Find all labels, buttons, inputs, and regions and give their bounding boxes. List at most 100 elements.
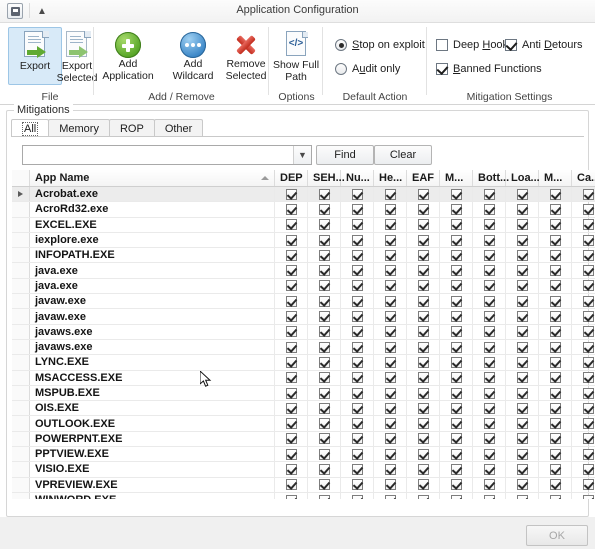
checkbox-checked-icon[interactable] [351,402,363,414]
checkbox-checked-icon[interactable] [450,311,462,323]
checkbox-checked-icon[interactable] [549,463,561,475]
banned-functions-checkbox[interactable]: Banned Functions [436,63,542,75]
checkbox-checked-icon[interactable] [384,433,396,445]
cell-checkbox-ca[interactable] [572,355,595,369]
cell-checkbox-bott[interactable] [473,263,506,278]
checkbox-checked-icon[interactable] [351,494,363,499]
cell-checkbox-dep[interactable] [275,401,308,416]
cell-checkbox-dep[interactable] [275,248,308,263]
checkbox-checked-icon[interactable] [318,418,330,430]
checkbox-checked-icon[interactable] [384,203,396,215]
checkbox-checked-icon[interactable] [516,479,528,491]
cell-checkbox-nu[interactable] [341,385,374,401]
checkbox-checked-icon[interactable] [417,234,429,246]
checkbox-checked-icon[interactable] [351,372,363,384]
row-gutter[interactable] [12,416,30,431]
column-header-dep[interactable]: DEP [275,170,308,186]
cell-checkbox-eaf[interactable] [407,370,440,385]
cell-checkbox-eaf[interactable] [407,401,440,416]
cell-checkbox-loa[interactable] [506,278,539,294]
cell-checkbox-bott[interactable] [473,232,506,248]
checkbox-checked-icon[interactable] [450,219,462,231]
checkbox-checked-icon[interactable] [417,341,429,353]
checkbox-checked-icon[interactable] [318,249,330,261]
checkbox-checked-icon[interactable] [483,479,495,491]
checkbox-checked-icon[interactable] [384,188,396,200]
search-input[interactable] [23,146,293,164]
cell-checkbox-he[interactable] [374,370,407,385]
cell-checkbox-nu[interactable] [341,370,374,385]
find-button[interactable]: Find [316,145,374,165]
cell-checkbox-loa[interactable] [506,401,539,416]
row-gutter[interactable] [12,370,30,385]
cell-checkbox-seh[interactable] [308,385,341,401]
checkbox-checked-icon[interactable] [450,372,462,384]
checkbox-checked-icon[interactable] [285,295,297,307]
checkbox-checked-icon[interactable] [450,203,462,215]
checkbox-checked-icon[interactable] [450,341,462,353]
row-gutter[interactable] [12,385,30,401]
cell-checkbox-bott[interactable] [473,324,506,339]
table-row[interactable]: javaw.exe [12,294,595,310]
checkbox-checked-icon[interactable] [285,479,297,491]
checkbox-checked-icon[interactable] [450,326,462,338]
table-row[interactable]: java.exe [12,278,595,295]
checkbox-checked-icon[interactable] [516,448,528,460]
checkbox-checked-icon[interactable] [549,311,561,323]
cell-checkbox-m[interactable] [440,324,473,339]
cell-checkbox-dep[interactable] [275,263,308,278]
cell-checkbox-m[interactable] [440,217,473,232]
table-row[interactable]: javaw.exe [12,309,595,325]
table-row[interactable]: POWERPNT.EXE [12,431,595,448]
cell-checkbox-loa[interactable] [506,492,539,499]
deep-hooks-checkbox[interactable]: Deep Hooks [436,39,514,51]
checkbox-checked-icon[interactable] [516,219,528,231]
checkbox-checked-icon[interactable] [351,280,363,292]
checkbox-checked-icon[interactable] [285,433,297,445]
checkbox-checked-icon[interactable] [351,311,363,323]
cell-checkbox-ca[interactable] [572,279,595,293]
applications-grid[interactable]: App Name DEP SEH... Nu... He... EAF M... Bott..… [12,170,595,499]
checkbox-checked-icon[interactable] [582,311,594,323]
checkbox-checked-icon[interactable] [483,234,495,246]
cell-checkbox-dep[interactable] [275,309,308,324]
cell-checkbox-eaf[interactable] [407,202,440,217]
checkbox-checked-icon[interactable] [549,295,561,307]
checkbox-checked-icon[interactable] [384,249,396,261]
tab-all[interactable]: All [11,119,50,137]
row-gutter[interactable] [12,401,30,416]
checkbox-checked-icon[interactable] [351,479,363,491]
cell-checkbox-nu[interactable] [341,294,374,309]
cell-checkbox-nu[interactable] [341,309,374,324]
cell-checkbox-nu[interactable] [341,447,374,462]
row-gutter[interactable] [12,202,30,217]
cell-checkbox-ca[interactable] [572,462,595,476]
cell-checkbox-ca[interactable] [572,478,595,492]
cell-checkbox-m[interactable] [539,324,572,339]
column-header-appname[interactable]: App Name [30,170,275,186]
stop-on-exploit-radio[interactable]: Stop on exploit [335,39,425,51]
cell-checkbox-seh[interactable] [308,309,341,324]
checkbox-checked-icon[interactable] [318,265,330,277]
cell-checkbox-nu[interactable] [341,278,374,294]
cell-checkbox-bott[interactable] [473,431,506,447]
checkbox-checked-icon[interactable] [351,463,363,475]
checkbox-checked-icon[interactable] [483,265,495,277]
cell-checkbox-he[interactable] [374,309,407,324]
checkbox-checked-icon[interactable] [285,265,297,277]
audit-only-radio[interactable]: Audit only [335,63,400,75]
cell-checkbox-eaf[interactable] [407,187,440,202]
checkbox-checked-icon[interactable] [318,295,330,307]
checkbox-checked-icon[interactable] [351,188,363,200]
cell-checkbox-eaf[interactable] [407,263,440,278]
cell-checkbox-m[interactable] [440,477,473,492]
cell-checkbox-nu[interactable] [341,263,374,278]
cell-checkbox-he[interactable] [374,492,407,499]
checkbox-checked-icon[interactable] [351,341,363,353]
cell-checkbox-m[interactable] [539,278,572,294]
cell-checkbox-eaf[interactable] [407,324,440,339]
cell-checkbox-seh[interactable] [308,355,341,370]
cell-checkbox-he[interactable] [374,385,407,401]
checkbox-checked-icon[interactable] [285,311,297,323]
search-combobox[interactable]: ▼ [22,145,312,165]
